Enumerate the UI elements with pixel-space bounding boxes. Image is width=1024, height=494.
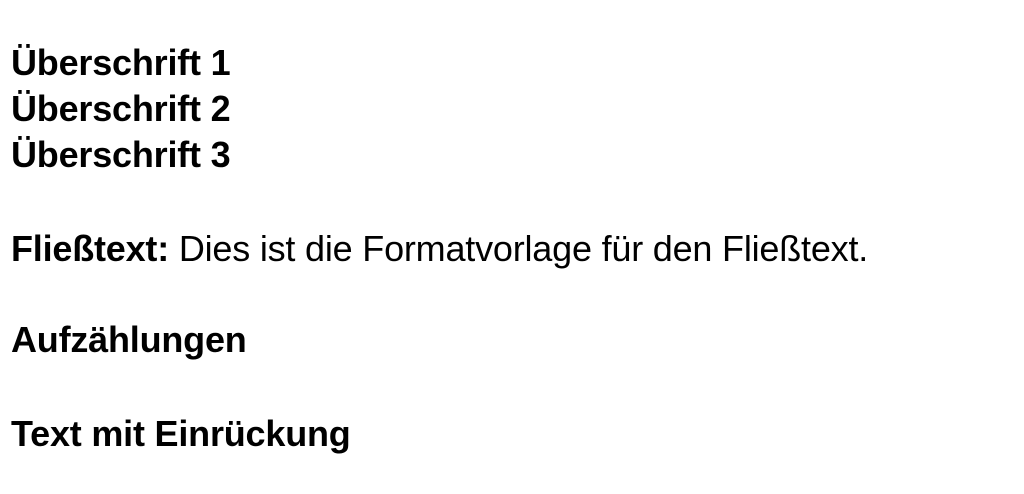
body-text-sample: Fließtext: Dies ist die Formatvorlage fü…	[11, 229, 868, 269]
heading-1-sample: Überschrift 1	[11, 42, 231, 83]
body-text-description: Dies ist die Formatvorlage für den Fließ…	[169, 228, 869, 269]
body-text-label: Fließtext:	[11, 228, 170, 269]
heading-3-sample: Überschrift 3	[11, 134, 231, 175]
indent-text-sample: Text mit Einrückung	[11, 413, 351, 454]
style-guide-document: Überschrift 1 Überschrift 2 Überschrift …	[11, 0, 1011, 494]
heading-2-sample: Überschrift 2	[11, 88, 231, 129]
list-style-sample: Aufzählungen	[11, 319, 247, 360]
